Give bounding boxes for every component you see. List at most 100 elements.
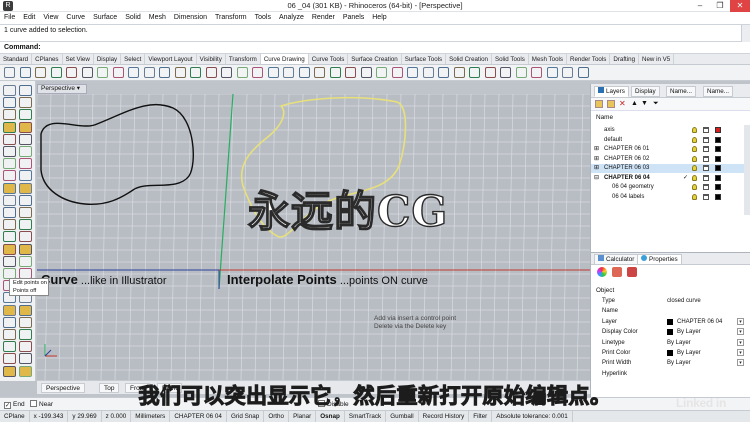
layer-color-swatch[interactable] bbox=[715, 127, 721, 133]
property-row[interactable]: Print Width By Layer ▾ bbox=[591, 358, 750, 368]
layer-color-swatch[interactable] bbox=[715, 165, 721, 171]
lock-icon[interactable] bbox=[703, 127, 709, 133]
command-line[interactable]: Command: bbox=[0, 42, 750, 54]
tab-properties[interactable]: Properties bbox=[637, 254, 682, 265]
toolbar-tab[interactable]: Viewport Layout bbox=[145, 54, 197, 64]
curve-tool-icon[interactable] bbox=[128, 67, 139, 78]
curve-tool-icon[interactable] bbox=[360, 67, 372, 78]
tool-icon[interactable] bbox=[3, 133, 16, 145]
curve-tool-icon[interactable] bbox=[453, 67, 465, 78]
lock-icon[interactable] bbox=[703, 184, 709, 190]
toolbar-tab[interactable]: Drafting bbox=[610, 54, 640, 64]
curve-tool-icon[interactable] bbox=[314, 67, 325, 78]
tool-icon[interactable] bbox=[3, 231, 16, 243]
history-scrollbar[interactable] bbox=[741, 25, 750, 42]
tool-icon[interactable] bbox=[3, 194, 16, 206]
tool-icon[interactable] bbox=[3, 158, 16, 170]
curve-tool-icon[interactable] bbox=[283, 67, 294, 78]
menu-mesh[interactable]: Mesh bbox=[145, 12, 170, 24]
curve-tool-icon[interactable] bbox=[252, 67, 263, 78]
toolbar-tab[interactable]: New in V5 bbox=[639, 54, 675, 64]
tool-icon[interactable] bbox=[19, 219, 32, 231]
tool-icon[interactable] bbox=[3, 85, 16, 96]
menu-analyze[interactable]: Analyze bbox=[275, 12, 308, 24]
expand-icon[interactable]: ⊞ bbox=[594, 164, 599, 173]
maximize-icon[interactable]: ❐ bbox=[710, 0, 730, 12]
layer-color-swatch[interactable] bbox=[715, 155, 721, 162]
curve-tool-icon[interactable] bbox=[143, 67, 155, 78]
tool-icon[interactable] bbox=[3, 365, 16, 377]
tab-calculator[interactable]: Calculator bbox=[594, 254, 639, 265]
curve-tool-icon[interactable] bbox=[205, 67, 217, 78]
property-row[interactable]: Type closed curve bbox=[591, 296, 750, 306]
tool-icon[interactable] bbox=[3, 146, 16, 157]
layers-scrollbar[interactable] bbox=[744, 125, 750, 215]
curve-tool-icon[interactable] bbox=[531, 67, 542, 78]
lightbulb-icon[interactable] bbox=[692, 184, 697, 190]
status-item[interactable]: Filter bbox=[469, 411, 493, 422]
tool-icon[interactable] bbox=[19, 85, 32, 96]
property-value[interactable]: By Layer bbox=[667, 358, 691, 368]
expand-icon[interactable]: ⊞ bbox=[594, 145, 599, 154]
material-icon[interactable] bbox=[612, 267, 622, 277]
curve-tool-icon[interactable] bbox=[35, 67, 46, 78]
viewport-title-tab[interactable]: Perspective ▾ bbox=[37, 84, 87, 94]
lock-icon[interactable] bbox=[703, 155, 709, 162]
tool-icon[interactable] bbox=[3, 109, 16, 121]
menu-help[interactable]: Help bbox=[368, 12, 390, 24]
toolbar-tab[interactable]: Curve Drawing bbox=[260, 54, 309, 64]
curve-tool-icon[interactable] bbox=[469, 67, 480, 78]
layer-color-swatch[interactable] bbox=[715, 136, 721, 143]
move-up-icon[interactable]: ▲ bbox=[631, 100, 638, 108]
status-item[interactable]: Record History bbox=[419, 411, 470, 422]
menu-dimension[interactable]: Dimension bbox=[170, 12, 211, 24]
minimize-icon[interactable]: – bbox=[690, 0, 710, 12]
curve-tool-icon[interactable] bbox=[376, 67, 387, 78]
toolbar-tab[interactable]: Surface Tools bbox=[402, 54, 447, 64]
tool-icon[interactable] bbox=[19, 329, 32, 340]
toolbar-tab[interactable]: Solid Tools bbox=[492, 54, 529, 64]
menu-solid[interactable]: Solid bbox=[121, 12, 145, 24]
status-item[interactable]: y 29.969 bbox=[68, 411, 102, 422]
curve-tool-icon[interactable] bbox=[407, 67, 418, 78]
curve-tool-icon[interactable] bbox=[484, 67, 496, 78]
tool-icon[interactable] bbox=[3, 97, 16, 109]
tool-icon[interactable] bbox=[19, 353, 32, 365]
filter-icon[interactable]: ⏷ bbox=[653, 100, 659, 108]
lightbulb-icon[interactable] bbox=[692, 193, 697, 200]
layer-row[interactable]: ⊞ CHAPTER 06 03 bbox=[591, 164, 750, 173]
tool-icon[interactable] bbox=[3, 255, 16, 267]
tool-icon[interactable] bbox=[19, 170, 32, 182]
property-value[interactable]: By Layer bbox=[677, 327, 701, 337]
layer-row[interactable]: ⊞ CHAPTER 06 01 bbox=[591, 145, 750, 154]
toolbar-tab[interactable]: Visibility bbox=[197, 54, 226, 64]
property-row[interactable]: Hyperlink bbox=[591, 369, 750, 379]
tool-icon[interactable] bbox=[19, 341, 32, 353]
layer-row[interactable]: 06 04 geometry bbox=[591, 183, 750, 192]
lightbulb-icon[interactable] bbox=[692, 174, 697, 181]
lightbulb-icon[interactable] bbox=[692, 146, 697, 152]
tab-display[interactable]: Display bbox=[631, 86, 660, 97]
tool-icon[interactable] bbox=[3, 316, 16, 328]
tool-icon[interactable] bbox=[3, 121, 16, 133]
status-item[interactable]: Absolute tolerance: 0.001 bbox=[492, 411, 573, 422]
status-item[interactable]: SmartTrack bbox=[345, 411, 387, 422]
layer-row[interactable]: 06 04 labels bbox=[591, 193, 750, 202]
layer-color-swatch[interactable] bbox=[715, 184, 721, 190]
curve-tool-icon[interactable] bbox=[81, 67, 93, 78]
curve-tool-icon[interactable] bbox=[391, 67, 403, 78]
menu-curve[interactable]: Curve bbox=[62, 12, 89, 24]
toolbar-tab[interactable]: Surface Creation bbox=[348, 54, 402, 64]
curve-tool-icon[interactable] bbox=[546, 67, 558, 78]
toolbar-tab[interactable]: Transform bbox=[226, 54, 261, 64]
curve-tool-icon[interactable] bbox=[298, 67, 310, 78]
tool-icon[interactable] bbox=[19, 304, 32, 316]
tool-icon[interactable] bbox=[19, 133, 32, 145]
dropdown-arrow-icon[interactable]: ▾ bbox=[737, 338, 744, 346]
status-item[interactable]: x -199.343 bbox=[30, 411, 69, 422]
curve-tool-icon[interactable] bbox=[190, 67, 201, 78]
toolbar-tab[interactable]: Curve Tools bbox=[309, 54, 349, 64]
layer-color-swatch[interactable] bbox=[715, 146, 721, 152]
close-icon[interactable]: ✕ bbox=[730, 0, 750, 12]
tool-icon[interactable] bbox=[19, 231, 32, 243]
